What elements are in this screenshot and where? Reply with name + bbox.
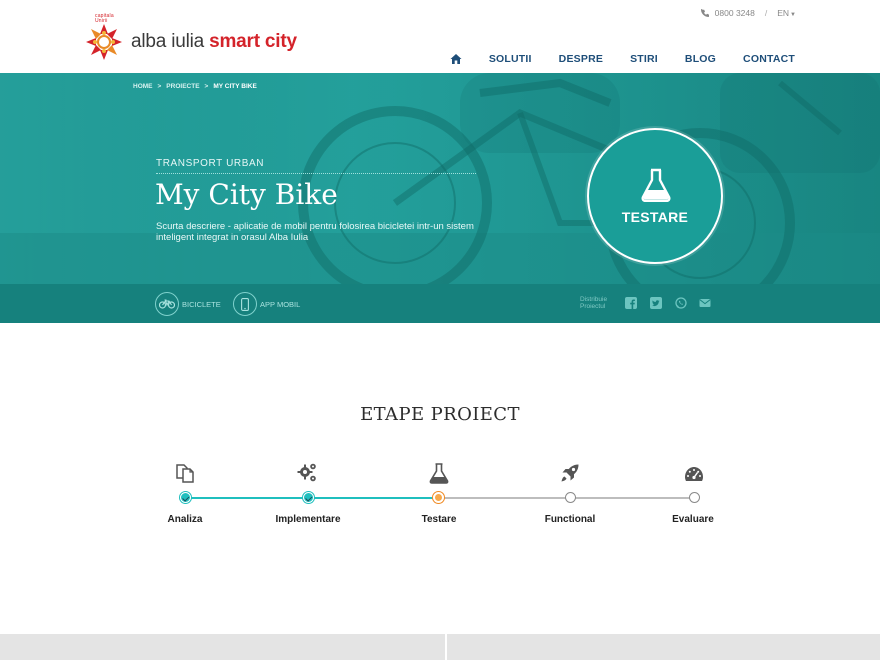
- nav-item-contact[interactable]: CONTACT: [743, 53, 795, 65]
- site-logo[interactable]: capitala Unirii alba iulia smart city: [85, 14, 297, 62]
- language-selector[interactable]: EN▼: [777, 8, 796, 18]
- tag-label: BICICLETE: [182, 299, 221, 309]
- phone-icon: [700, 9, 709, 17]
- rocket-icon: [561, 464, 579, 482]
- breadcrumb-separator: >: [157, 83, 162, 90]
- mobile-phone-icon: [241, 297, 249, 311]
- phone-number[interactable]: 0800 3248: [715, 8, 755, 18]
- logo-emblem: capitala Unirii: [85, 14, 123, 62]
- share-label-line1: Distribuie: [580, 296, 608, 303]
- dashboard-icon: [685, 467, 703, 481]
- flask-icon: [641, 168, 671, 202]
- hero-background-bicycle-photo: [0, 73, 880, 284]
- documents-icon: [176, 464, 194, 483]
- stage-marker-implementare-done: [303, 492, 314, 503]
- tag-app-mobil[interactable]: APP MOBIL: [233, 292, 300, 316]
- home-icon[interactable]: [450, 53, 462, 65]
- tag-biciclete[interactable]: BICICLETE: [155, 292, 221, 316]
- stage-label-testare: Testare: [421, 514, 457, 525]
- nav-item-blog[interactable]: BLOG: [685, 53, 716, 65]
- logo-star-icon: [86, 24, 122, 60]
- tag-icon-ring: [233, 292, 257, 316]
- stage-marker-analiza-done: [180, 492, 191, 503]
- category-divider: [156, 173, 476, 174]
- main-nav: SOLUTII DESPRE STIRI BLOG CONTACT: [450, 53, 795, 65]
- project-hero: HOME > PROIECTE > MY CITY BIKE TRANSPORT…: [0, 73, 880, 284]
- logo-wordmark: alba iulia smart city: [131, 31, 297, 53]
- flask-icon: [429, 463, 449, 484]
- top-bar: 0800 3248 / EN▼: [700, 8, 796, 18]
- language-label: EN: [777, 8, 790, 18]
- stage-label-functional: Functional: [544, 514, 596, 525]
- breadcrumb-current: MY CITY BIKE: [213, 83, 257, 90]
- project-status-badge: TESTARE: [587, 128, 723, 264]
- nav-item-solutii[interactable]: SOLUTII: [489, 53, 532, 65]
- share-label-line2: Proiectul: [580, 303, 606, 310]
- share-project-label: Distribuie Proiectul: [580, 296, 607, 310]
- nav-item-despre[interactable]: DESPRE: [559, 53, 603, 65]
- breadcrumb-proiecte[interactable]: PROIECTE: [166, 83, 199, 90]
- bottom-panel-left: [0, 634, 445, 660]
- logo-text-plain: alba iulia: [131, 31, 204, 52]
- topbar-separator: /: [764, 8, 768, 18]
- breadcrumb-separator: >: [204, 83, 209, 90]
- page-title: My City Bike: [155, 178, 338, 211]
- stage-marker-evaluare-pending: [689, 492, 700, 503]
- breadcrumb: HOME > PROIECTE > MY CITY BIKE: [133, 83, 257, 90]
- bottom-panel-right: [447, 634, 880, 660]
- logo-text-accent: smart city: [209, 31, 297, 52]
- site-header: capitala Unirii alba iulia smart city 08…: [0, 0, 880, 73]
- email-icon[interactable]: [699, 297, 711, 309]
- whatsapp-icon[interactable]: [675, 297, 687, 309]
- gears-icon: [297, 463, 316, 482]
- twitter-icon[interactable]: [650, 297, 662, 309]
- project-tag-bar: BICICLETE APP MOBIL Distribuie Proiectul: [0, 284, 880, 323]
- stage-label-analiza: Analiza: [167, 514, 203, 525]
- breadcrumb-home[interactable]: HOME: [133, 83, 153, 90]
- project-category: TRANSPORT URBAN: [156, 158, 265, 169]
- tag-label: APP MOBIL: [260, 299, 301, 309]
- tag-icon-ring: [155, 292, 179, 316]
- project-status-label: TESTARE: [621, 209, 689, 225]
- nav-item-stiri[interactable]: STIRI: [630, 53, 658, 65]
- stage-marker-functional-pending: [565, 492, 576, 503]
- project-description: Scurta descriere - aplicatie de mobil pe…: [156, 221, 474, 243]
- facebook-icon[interactable]: [625, 297, 637, 309]
- caret-down-icon: ▼: [790, 12, 796, 18]
- bicycle-icon: [159, 299, 175, 309]
- stage-label-implementare: Implementare: [275, 514, 341, 525]
- stage-marker-testare-current: [433, 492, 444, 503]
- stage-label-evaluare: Evaluare: [672, 514, 714, 525]
- section-title: ETAPE PROIECT: [360, 404, 520, 425]
